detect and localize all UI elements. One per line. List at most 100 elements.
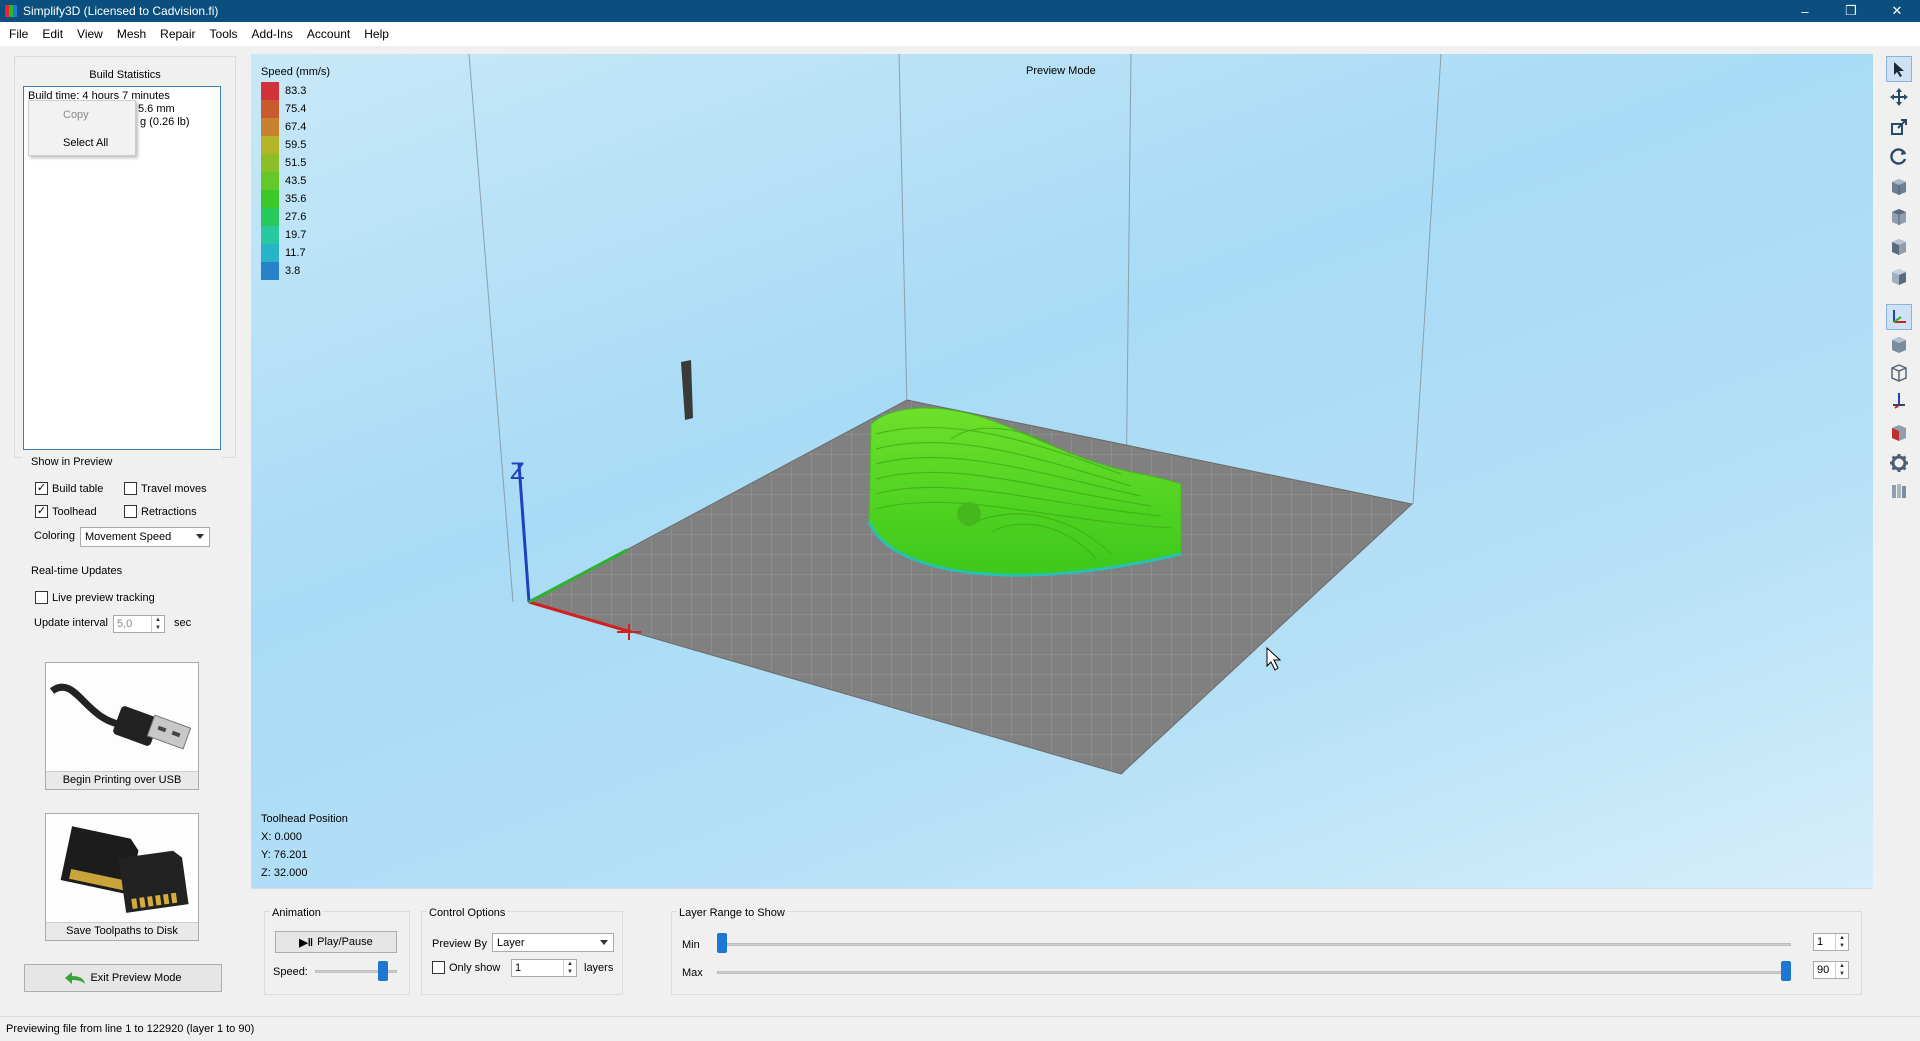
build-volume-edge: [898, 54, 908, 408]
begin-printing-usb-label: Begin Printing over USB: [46, 771, 198, 789]
only-show-layers-input[interactable]: 1 ▲ ▼: [511, 959, 577, 977]
layer-max-input[interactable]: 90 ▲ ▼: [1813, 961, 1849, 979]
layer-min-value: 1: [1817, 936, 1824, 948]
view-right-button[interactable]: [1886, 264, 1912, 290]
axes-icon: [1893, 310, 1906, 323]
show-axes-button[interactable]: [1886, 304, 1912, 330]
only-show-checkbox[interactable]: Only show: [432, 961, 500, 974]
travel-moves-checkbox[interactable]: Travel moves: [124, 482, 207, 495]
layer-min-handle[interactable]: [717, 933, 727, 953]
section-view-button[interactable]: [1886, 420, 1912, 446]
cube-section-icon: [1892, 425, 1906, 441]
scale-tool-button[interactable]: [1886, 114, 1912, 140]
scale-icon: [1891, 119, 1907, 135]
build-table-label: Build table: [52, 482, 104, 495]
animation-group: [264, 911, 410, 995]
sd-card-icon: [60, 826, 189, 913]
spin-down-icon[interactable]: ▼: [1836, 970, 1848, 978]
layer-range-title: Layer Range to Show: [677, 907, 787, 919]
check-icon: ✓: [35, 505, 48, 518]
wireframe-view-button[interactable]: [1886, 360, 1912, 386]
menu-file[interactable]: File: [2, 22, 35, 46]
update-interval-value: 5,0: [117, 618, 133, 630]
coloring-select[interactable]: Movement Speed: [80, 527, 210, 547]
control-options-title: Control Options: [427, 907, 508, 919]
layer-min-input[interactable]: 1 ▲ ▼: [1813, 933, 1849, 951]
view-top-button[interactable]: [1886, 204, 1912, 230]
menu-mesh[interactable]: Mesh: [110, 22, 153, 46]
realtime-updates-title: Real-time Updates: [31, 565, 123, 577]
minimize-button[interactable]: –: [1782, 0, 1828, 22]
build-volume-edge: [468, 54, 514, 603]
menu-add-ins[interactable]: Add-Ins: [245, 22, 300, 46]
cube-top-icon: [1892, 209, 1906, 225]
rotate-tool-button[interactable]: [1886, 143, 1912, 169]
update-interval-input[interactable]: 5,0 ▲ ▼: [113, 615, 165, 633]
toolhead-label: Toolhead: [52, 505, 97, 518]
cross-section-button[interactable]: [1886, 388, 1912, 414]
retractions-label: Retractions: [141, 505, 197, 518]
live-preview-tracking-checkbox[interactable]: Live preview tracking: [35, 591, 155, 604]
view-left-button[interactable]: [1886, 234, 1912, 260]
move-icon: [1890, 88, 1908, 106]
spin-up-icon[interactable]: ▲: [152, 616, 164, 624]
select-tool-button[interactable]: [1886, 56, 1912, 82]
menu-edit[interactable]: Edit: [35, 22, 70, 46]
menu-help[interactable]: Help: [357, 22, 396, 46]
build-table-checkbox[interactable]: ✓ Build table: [35, 482, 103, 495]
status-bar: Previewing file from line 1 to 122920 (l…: [0, 1016, 1920, 1041]
spin-down-icon[interactable]: ▼: [564, 968, 576, 976]
3d-viewport[interactable]: Speed (mm/s) 83.3 75.4 67.4 59.5 51.5 43.5 35.…: [251, 54, 1873, 888]
menu-repair[interactable]: Repair: [153, 22, 202, 46]
speed-label: Speed:: [273, 966, 308, 978]
animation-speed-handle[interactable]: [378, 961, 388, 981]
preview-by-label: Preview By: [432, 938, 488, 950]
menu-tools[interactable]: Tools: [203, 22, 245, 46]
move-tool-button[interactable]: [1886, 84, 1912, 110]
layer-max-handle[interactable]: [1781, 961, 1791, 981]
cube-front-icon: [1892, 179, 1906, 195]
window-title: Simplify3D (Licensed to Cadvision.fi): [23, 4, 219, 18]
back-arrow-icon: [65, 972, 86, 984]
menu-view[interactable]: View: [70, 22, 110, 46]
multiple-objects-button[interactable]: [1886, 478, 1912, 504]
save-toolpaths-button[interactable]: Save Toolpaths to Disk: [45, 813, 199, 941]
play-pause-button[interactable]: ▶‖ Play/Pause: [275, 931, 397, 953]
only-show-layers-value: 1: [515, 962, 522, 974]
settings-button[interactable]: [1886, 450, 1912, 476]
dropdown-arrow-icon: [196, 534, 204, 539]
spin-up-icon[interactable]: ▲: [564, 960, 576, 968]
exit-preview-mode-label: Exit Preview Mode: [90, 972, 182, 984]
context-copy[interactable]: Copy: [29, 101, 135, 129]
update-interval-unit: sec: [174, 617, 192, 629]
layer-max-label: Max: [682, 967, 703, 979]
toolhead-z: Z: 32.000: [261, 867, 308, 879]
context-select-all[interactable]: Select All: [29, 129, 135, 157]
layers-stack-icon: [1892, 484, 1906, 498]
spin-down-icon[interactable]: ▼: [1836, 942, 1848, 950]
update-interval-label: Update interval: [34, 617, 108, 629]
dropdown-arrow-icon: [600, 940, 608, 945]
layer-max-track[interactable]: [717, 971, 1791, 974]
toolhead-checkbox[interactable]: ✓ Toolhead: [35, 505, 97, 518]
spin-up-icon[interactable]: ▲: [1836, 962, 1848, 970]
exit-preview-mode-button[interactable]: Exit Preview Mode: [24, 964, 222, 992]
cross-section-icon: [1893, 393, 1905, 409]
layers-label: layers: [584, 962, 614, 974]
layer-min-track[interactable]: [717, 943, 1791, 946]
preview-by-value: Layer: [497, 936, 525, 949]
toolhead-position: Toolhead Position X: 0.000 Y: 76.201 Z: …: [261, 810, 348, 882]
layer-min-label: Min: [682, 939, 700, 951]
close-button[interactable]: ✕: [1874, 0, 1920, 22]
spin-up-icon[interactable]: ▲: [1836, 934, 1848, 942]
scene-canvas: Z: [468, 54, 1442, 775]
spin-down-icon[interactable]: ▼: [152, 624, 164, 632]
solid-view-button[interactable]: [1886, 332, 1912, 358]
begin-printing-usb-button[interactable]: Begin Printing over USB: [45, 662, 199, 790]
retractions-checkbox[interactable]: Retractions: [124, 505, 197, 518]
z-axis-label: Z: [510, 458, 525, 485]
preview-by-select[interactable]: Layer: [492, 933, 614, 952]
menu-account[interactable]: Account: [300, 22, 357, 46]
restore-button[interactable]: ❐: [1828, 0, 1874, 22]
view-front-button[interactable]: [1886, 174, 1912, 200]
